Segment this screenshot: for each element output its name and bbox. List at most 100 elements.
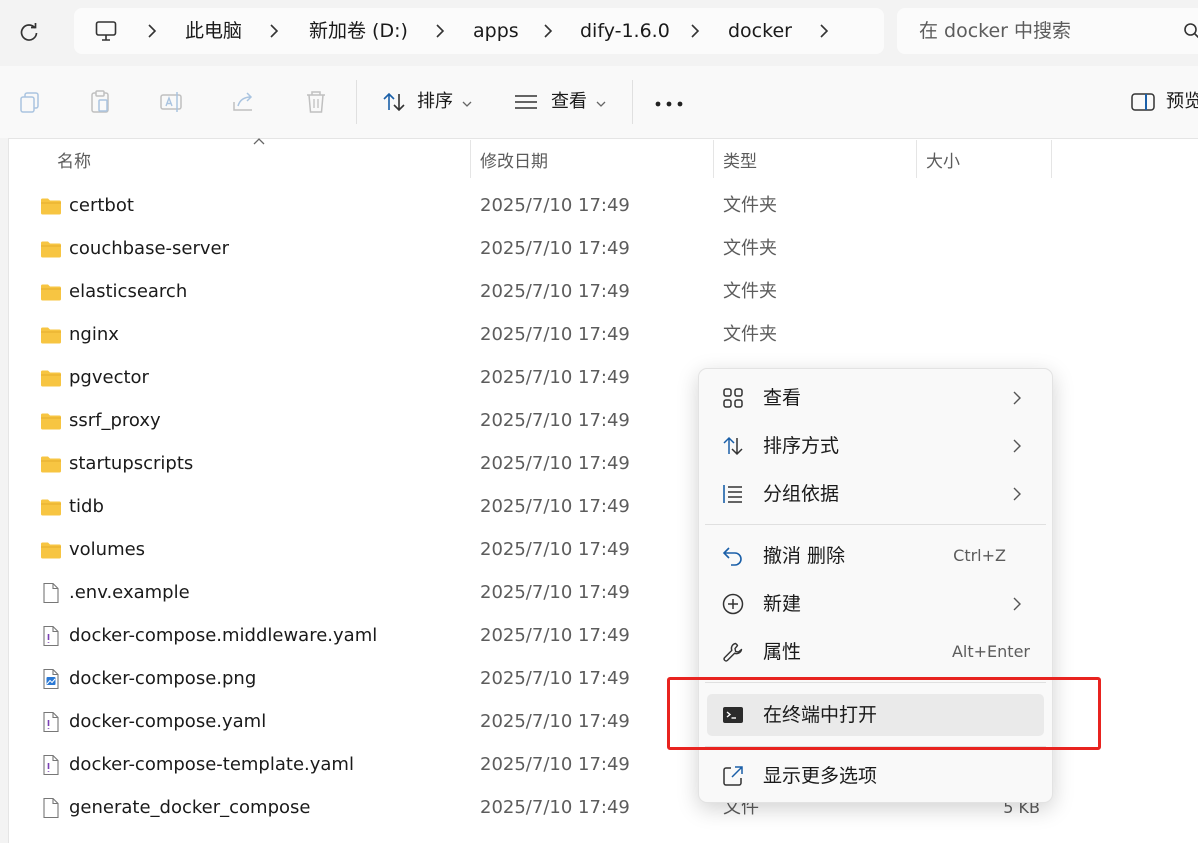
command-bar: 排序 查看 预览	[0, 66, 1198, 139]
column-divider[interactable]	[470, 140, 471, 178]
file-modified-date: 2025/7/10 17:49	[480, 668, 630, 689]
file-icon	[43, 582, 59, 604]
paste-icon[interactable]	[86, 88, 114, 116]
column-divider[interactable]	[1051, 140, 1052, 178]
toolbar-divider	[356, 80, 357, 124]
sort-button[interactable]: 排序	[417, 90, 453, 114]
grid-view-icon	[723, 388, 743, 408]
folder-icon	[41, 542, 61, 559]
copy-icon[interactable]	[16, 88, 44, 116]
menu-item-show-more-options[interactable]: 显示更多选项	[707, 755, 1044, 797]
file-name: certbot	[69, 195, 134, 216]
chevron-right-icon	[820, 24, 829, 38]
rename-icon[interactable]	[158, 88, 186, 116]
file-row[interactable]: docker-compose.png 2025/7/10 17:49	[30, 657, 710, 700]
breadcrumb-this-pc[interactable]: 此电脑	[185, 8, 242, 54]
sort-ascending-icon	[253, 138, 265, 145]
file-row[interactable]: elasticsearch 2025/7/10 17:49 文件夹	[30, 270, 777, 313]
file-row[interactable]: generate_docker_compose 2025/7/10 17:49 文件…	[30, 786, 1040, 829]
menu-item-label: 显示更多选项	[763, 765, 878, 787]
file-type: 文件夹	[723, 324, 777, 345]
column-header-size[interactable]: 大小	[926, 147, 960, 172]
view-button[interactable]: 查看	[551, 90, 587, 114]
column-header-type[interactable]: 类型	[723, 147, 757, 172]
file-modified-date: 2025/7/10 17:49	[480, 410, 630, 431]
chevron-right-icon	[544, 24, 553, 38]
refresh-icon	[20, 23, 38, 41]
file-name: docker-compose.yaml	[69, 711, 267, 732]
search-input[interactable]: 在 docker 中搜索	[897, 8, 1198, 54]
column-divider[interactable]	[916, 140, 917, 178]
chevron-right-icon	[1013, 487, 1021, 501]
yaml-file-icon	[43, 625, 59, 647]
chevron-down-icon	[462, 101, 472, 107]
file-row[interactable]: docker-compose-template.yaml 2025/7/10 17…	[30, 743, 710, 786]
chevron-right-icon	[691, 24, 700, 38]
file-modified-date: 2025/7/10 17:49	[480, 711, 630, 732]
column-header-name[interactable]: 名称	[57, 147, 91, 172]
address-bar[interactable]: 此电脑 新加卷 (D:) apps dify-1.6.0 docker	[74, 8, 884, 54]
file-modified-date: 2025/7/10 17:49	[480, 754, 630, 775]
menu-item-sort-by[interactable]: 排序方式	[707, 425, 1044, 467]
file-row[interactable]: docker-compose.middleware.yaml 2025/7/10 …	[30, 614, 710, 657]
file-row[interactable]: ssrf_proxy 2025/7/10 17:49	[30, 399, 710, 442]
file-name: couchbase-server	[69, 238, 230, 259]
view-icon	[515, 95, 537, 109]
group-by-icon	[723, 485, 742, 503]
file-row[interactable]: volumes 2025/7/10 17:49	[30, 528, 710, 571]
chevron-right-icon	[270, 24, 279, 38]
file-row[interactable]: pgvector 2025/7/10 17:49	[30, 356, 710, 399]
menu-item-label: 新建	[763, 593, 802, 615]
file-name: docker-compose-template.yaml	[69, 754, 354, 775]
folder-icon	[41, 413, 61, 430]
column-divider[interactable]	[713, 140, 714, 178]
menu-item-label: 属性	[763, 641, 802, 663]
file-row[interactable]: tidb 2025/7/10 17:49	[30, 485, 710, 528]
preview-pane-button[interactable]: 预览	[1166, 90, 1198, 114]
column-header-modified[interactable]: 修改日期	[480, 147, 548, 172]
delete-icon[interactable]	[302, 88, 330, 116]
menu-separator	[705, 524, 1046, 525]
menu-item-properties[interactable]: 属性 Alt+Enter	[707, 631, 1044, 673]
file-row[interactable]: certbot 2025/7/10 17:49 文件夹	[30, 184, 777, 227]
breadcrumb-drive-d[interactable]: 新加卷 (D:)	[309, 8, 408, 54]
menu-item-group-by[interactable]: 分组依据	[707, 473, 1044, 515]
file-type: 文件夹	[723, 281, 777, 302]
breadcrumb-docker[interactable]: docker	[728, 8, 792, 54]
breadcrumb-dify[interactable]: dify-1.6.0	[580, 8, 670, 54]
yaml-file-icon	[43, 711, 59, 733]
add-circle-icon	[722, 593, 744, 615]
file-row[interactable]: startupscripts 2025/7/10 17:49	[30, 442, 710, 485]
file-icon	[43, 797, 59, 819]
chevron-right-icon	[1013, 439, 1021, 453]
file-row[interactable]: nginx 2025/7/10 17:49 文件夹	[30, 313, 777, 356]
folder-icon	[41, 241, 61, 258]
file-name: docker-compose.middleware.yaml	[69, 625, 378, 646]
menu-item-label: 查看	[763, 387, 802, 409]
file-row[interactable]: .env.example 2025/7/10 17:49	[30, 571, 710, 614]
chevron-right-icon	[436, 24, 445, 38]
file-name: elasticsearch	[69, 281, 188, 302]
share-icon[interactable]	[230, 88, 258, 116]
breadcrumb-apps[interactable]: apps	[473, 8, 519, 54]
refresh-button[interactable]	[14, 18, 44, 48]
file-modified-date: 2025/7/10 17:49	[480, 625, 630, 646]
menu-item-view[interactable]: 查看	[707, 377, 1044, 419]
undo-icon	[722, 547, 742, 566]
file-row[interactable]: couchbase-server 2025/7/10 17:49 文件夹	[30, 227, 777, 270]
folder-icon	[41, 327, 61, 344]
file-row[interactable]: docker-compose.yaml 2025/7/10 17:49	[30, 700, 710, 743]
toolbar-divider	[632, 80, 633, 124]
menu-item-label: 排序方式	[763, 435, 840, 457]
menu-item-label: 分组依据	[763, 483, 840, 505]
menu-item-new[interactable]: 新建	[707, 583, 1044, 625]
navigation-pane-edge	[0, 138, 9, 843]
folder-icon	[41, 456, 61, 473]
more-options-icon[interactable]	[655, 100, 683, 108]
file-name: volumes	[69, 539, 146, 560]
menu-item-undo-delete[interactable]: 撤消 删除 Ctrl+Z	[707, 535, 1044, 577]
file-modified-date: 2025/7/10 17:49	[480, 582, 630, 603]
file-name: startupscripts	[69, 453, 194, 474]
wrench-icon	[723, 642, 743, 662]
sort-icon	[723, 436, 743, 456]
